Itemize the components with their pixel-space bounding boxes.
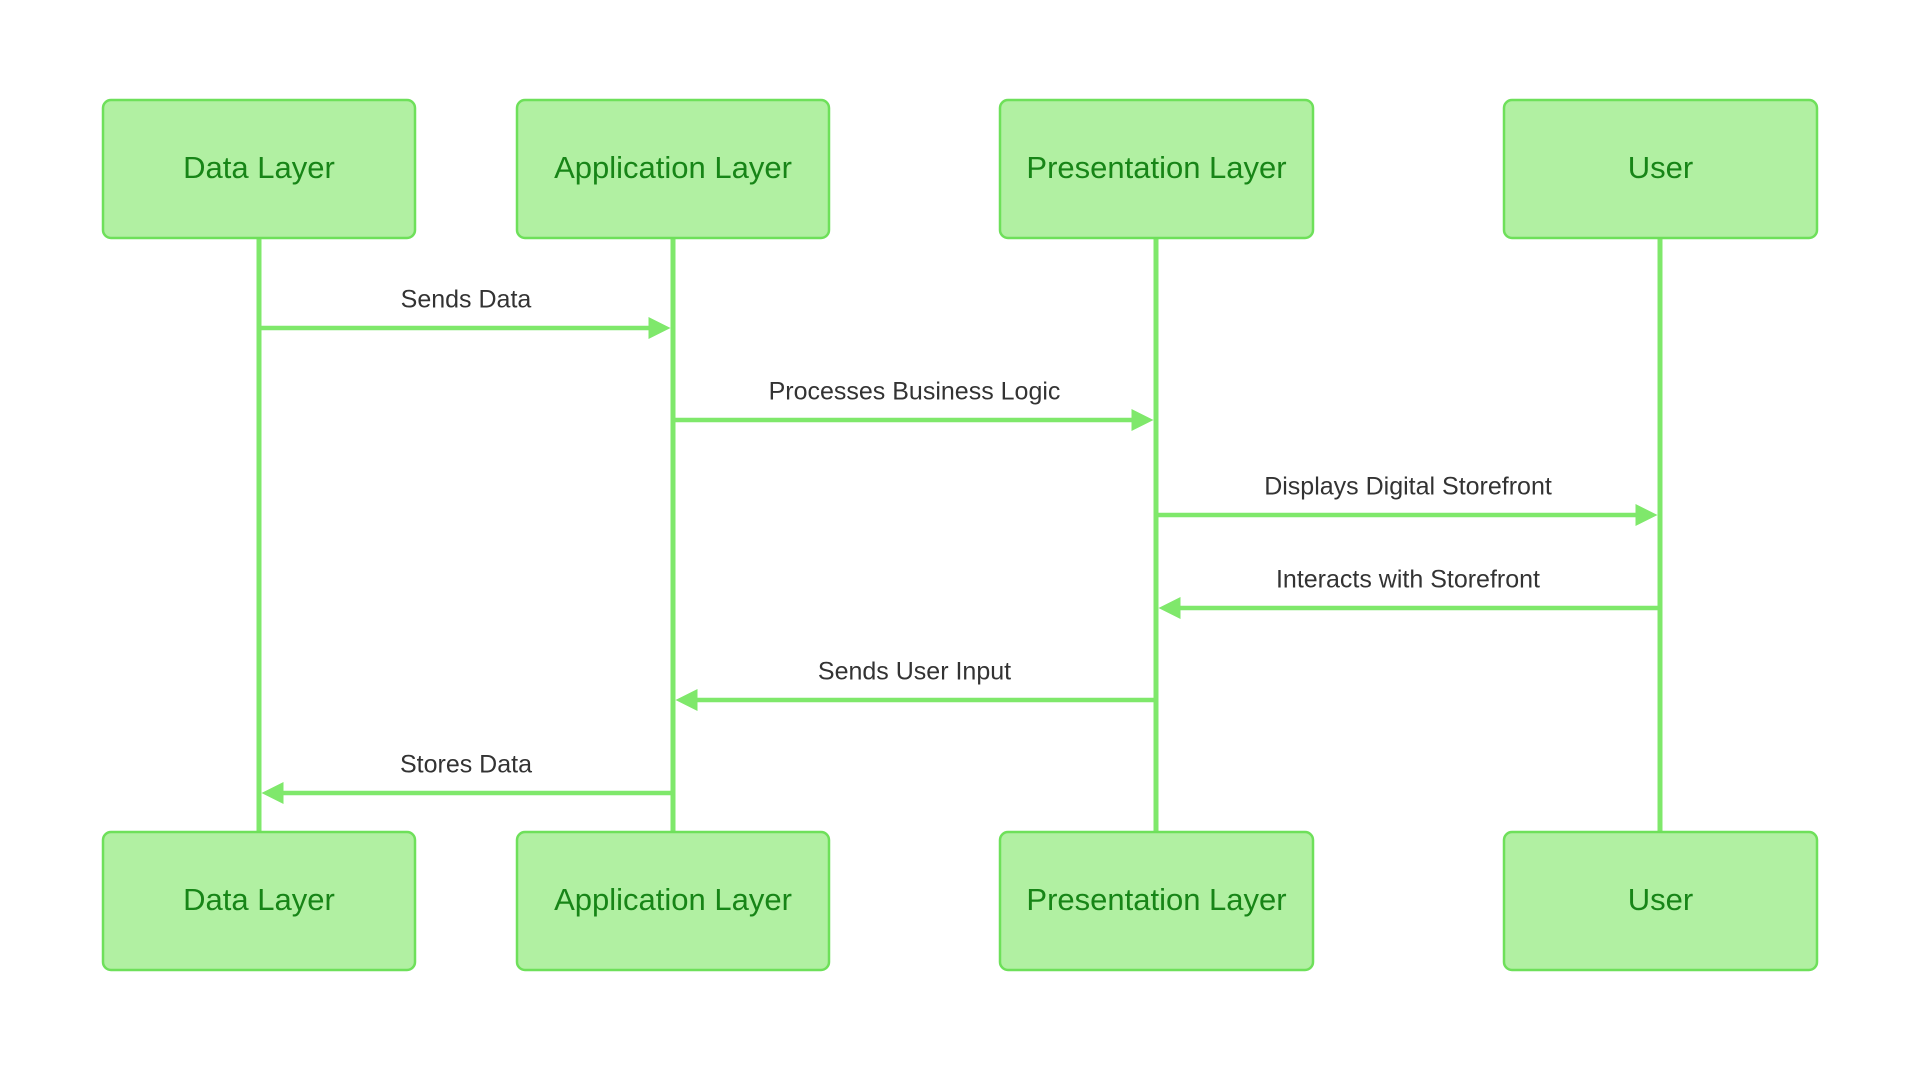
participant-label: Application Layer	[554, 150, 792, 185]
header-participant-boxes: Data Layer Application Layer Presentation …	[101, 98, 1819, 240]
message-arrowhead	[675, 689, 698, 711]
sequence-diagram-canvas: Sends Data Processes Business Logic Displa…	[0, 0, 1920, 1080]
participant-box-header-user[interactable]: User	[1502, 98, 1819, 240]
participant-label: Application Layer	[554, 882, 792, 917]
participant-label: Data Layer	[183, 150, 335, 185]
message-label: Stores Data	[400, 751, 532, 779]
participant-box-footer-user[interactable]: User	[1502, 830, 1819, 972]
participant-box-footer-data[interactable]: Data Layer	[101, 830, 417, 972]
message-4[interactable]: Interacts with Storefront	[1158, 566, 1658, 619]
message-label: Interacts with Storefront	[1276, 566, 1540, 594]
participant-label: Data Layer	[183, 882, 335, 917]
message-6[interactable]: Stores Data	[261, 751, 671, 804]
participant-box-footer-presentation[interactable]: Presentation Layer	[998, 830, 1315, 972]
participant-label: User	[1628, 150, 1693, 185]
message-label: Displays Digital Storefront	[1264, 473, 1552, 501]
message-3[interactable]: Displays Digital Storefront	[1158, 473, 1658, 526]
message-label: Sends Data	[401, 286, 532, 314]
participant-box-header-application[interactable]: Application Layer	[515, 98, 831, 240]
participant-label: User	[1628, 882, 1693, 917]
message-label: Processes Business Logic	[769, 378, 1061, 406]
message-5[interactable]: Sends User Input	[675, 658, 1154, 711]
footer-participant-boxes: Data Layer Application Layer Presentation …	[101, 830, 1819, 972]
messages-group: Sends Data Processes Business Logic Displa…	[261, 286, 1658, 804]
message-arrowhead	[261, 782, 284, 804]
message-arrowhead	[648, 317, 671, 339]
sequence-diagram-svg: Sends Data Processes Business Logic Displa…	[101, 98, 1819, 972]
message-arrowhead	[1635, 504, 1658, 526]
participant-label: Presentation Layer	[1026, 882, 1286, 917]
message-label: Sends User Input	[818, 658, 1011, 686]
message-1[interactable]: Sends Data	[261, 286, 671, 339]
participant-box-header-presentation[interactable]: Presentation Layer	[998, 98, 1315, 240]
participant-box-footer-application[interactable]: Application Layer	[515, 830, 831, 972]
message-arrowhead	[1158, 597, 1181, 619]
message-arrowhead	[1131, 409, 1154, 431]
participant-box-header-data[interactable]: Data Layer	[101, 98, 417, 240]
message-2[interactable]: Processes Business Logic	[675, 378, 1154, 431]
participant-label: Presentation Layer	[1026, 150, 1286, 185]
